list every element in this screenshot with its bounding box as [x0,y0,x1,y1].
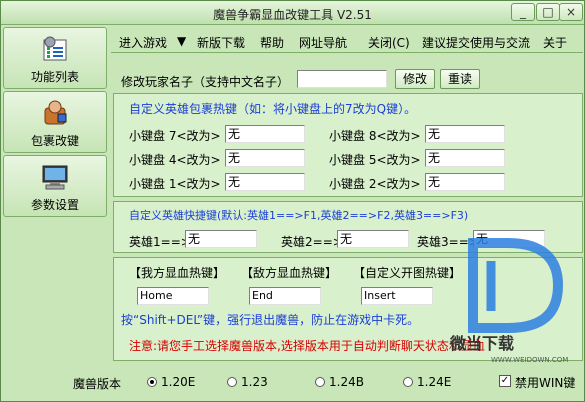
sidebar-item-function-list[interactable]: 功能列表 [3,27,107,89]
minimize-button[interactable]: _ [511,3,535,21]
my-hp-label: 【我方显血热键】 [129,266,226,280]
version-label: 魔兽版本 [73,377,122,391]
modify-button[interactable]: 修改 [395,69,435,89]
menu-url-nav[interactable]: 网址导航 [299,34,347,51]
disable-win-checkbox[interactable]: ✓ [499,375,511,387]
version-radio-123[interactable] [227,377,237,387]
menu-download[interactable]: 新版下载 [197,34,245,51]
menu-help[interactable]: 帮助 [260,34,284,51]
inventory-label: 小键盘 1<改为> [129,177,221,191]
version-option-label: 1.20E [161,375,196,389]
window-title: 魔兽争霸显血改键工具 V2.51 [213,8,372,22]
hero-3-field[interactable]: 无 [473,230,545,248]
menu-enter-game[interactable]: 进入游戏 [119,34,167,51]
inventory-heading: 自定义英雄包裹热键（如：将小键盘上的7改为Q键）。 [129,102,417,116]
version-radio-124b[interactable] [315,377,325,387]
maximize-button[interactable]: □ [536,3,560,21]
inventory-label: 小键盘 5<改为> [329,153,421,167]
version-warning: 注意:请您手工选择魔兽版本,选择版本用于自动判断聊天状态和显血 [129,339,485,353]
rename-label: 修改玩家名子（支持中文名子） [121,75,290,89]
sidebar-item-label: 功能列表 [30,70,79,84]
numpad-8-field[interactable]: 无 [425,125,505,143]
version-option-label: 1.24E [417,375,452,389]
version-option-label: 1.24B [329,375,364,389]
settings-list-icon [43,36,67,61]
numpad-7-field[interactable]: 无 [225,125,305,143]
version-option-label: 1.23 [241,375,268,389]
numpad-2-field[interactable]: 无 [425,173,505,191]
sidebar-item-label: 参数设置 [30,198,79,212]
enemy-hp-hotkey-field[interactable]: End [249,287,321,305]
enemy-hp-label: 【敌方显血热键】 [241,266,338,280]
hero-label: 英雄3==> [417,235,479,249]
shift-del-note: 按“Shift+DEL”键，强行退出魔兽，防止在游戏中卡死。 [121,313,420,327]
hero-1-field[interactable]: 无 [185,230,257,248]
menu-bar: 进入游戏 ▼ 新版下载 帮助 网址导航 关闭(C) 建议提交使用与交流 关于 [111,29,583,53]
computer-icon [42,165,68,190]
version-radio-120e[interactable] [147,377,157,387]
menu-dropdown-arrow[interactable]: ▼ [177,34,186,48]
inventory-label: 小键盘 7<改为> [129,129,221,143]
reset-button[interactable]: 重读 [440,69,480,89]
custom-map-hotkey-field[interactable]: Insert [361,287,433,305]
sidebar-item-label: 包裹改键 [30,134,79,148]
sidebar: 功能列表 包裹改键 参数设置 [3,27,107,217]
custom-map-label: 【自定义开图热键】 [353,266,462,280]
title-bar: 魔兽争霸显血改键工具 V2.51 _ □ × [1,1,584,25]
app-window: 魔兽争霸显血改键工具 V2.51 _ □ × 功能列表 包裹改键 参数设置 进入… [0,0,585,402]
hero-heading: 自定义英雄快捷键(默认:英雄1==>F1,英雄2==>F2,英雄3==>F3) [129,209,469,222]
hero-label: 英雄2==> [281,235,343,249]
hero-label: 英雄1==> [129,235,191,249]
close-button[interactable]: × [559,3,583,21]
backpack-user-icon [44,100,67,125]
sidebar-item-inventory-keys[interactable]: 包裹改键 [3,91,107,153]
numpad-5-field[interactable]: 无 [425,149,505,167]
player-name-input[interactable] [297,70,387,88]
version-radio-124e[interactable] [403,377,413,387]
numpad-1-field[interactable]: 无 [225,173,305,191]
sidebar-item-parameters[interactable]: 参数设置 [3,155,107,217]
numpad-4-field[interactable]: 无 [225,149,305,167]
my-hp-hotkey-field[interactable]: Home [137,287,209,305]
hero-2-field[interactable]: 无 [337,230,409,248]
inventory-label: 小键盘 4<改为> [129,153,221,167]
disable-win-label: 禁用WIN键 [515,376,576,390]
menu-suggestions[interactable]: 建议提交使用与交流 [422,34,530,51]
menu-about[interactable]: 关于 [543,34,567,51]
inventory-label: 小键盘 2<改为> [329,177,421,191]
menu-close[interactable]: 关闭(C) [368,34,410,51]
inventory-label: 小键盘 8<改为> [329,129,421,143]
